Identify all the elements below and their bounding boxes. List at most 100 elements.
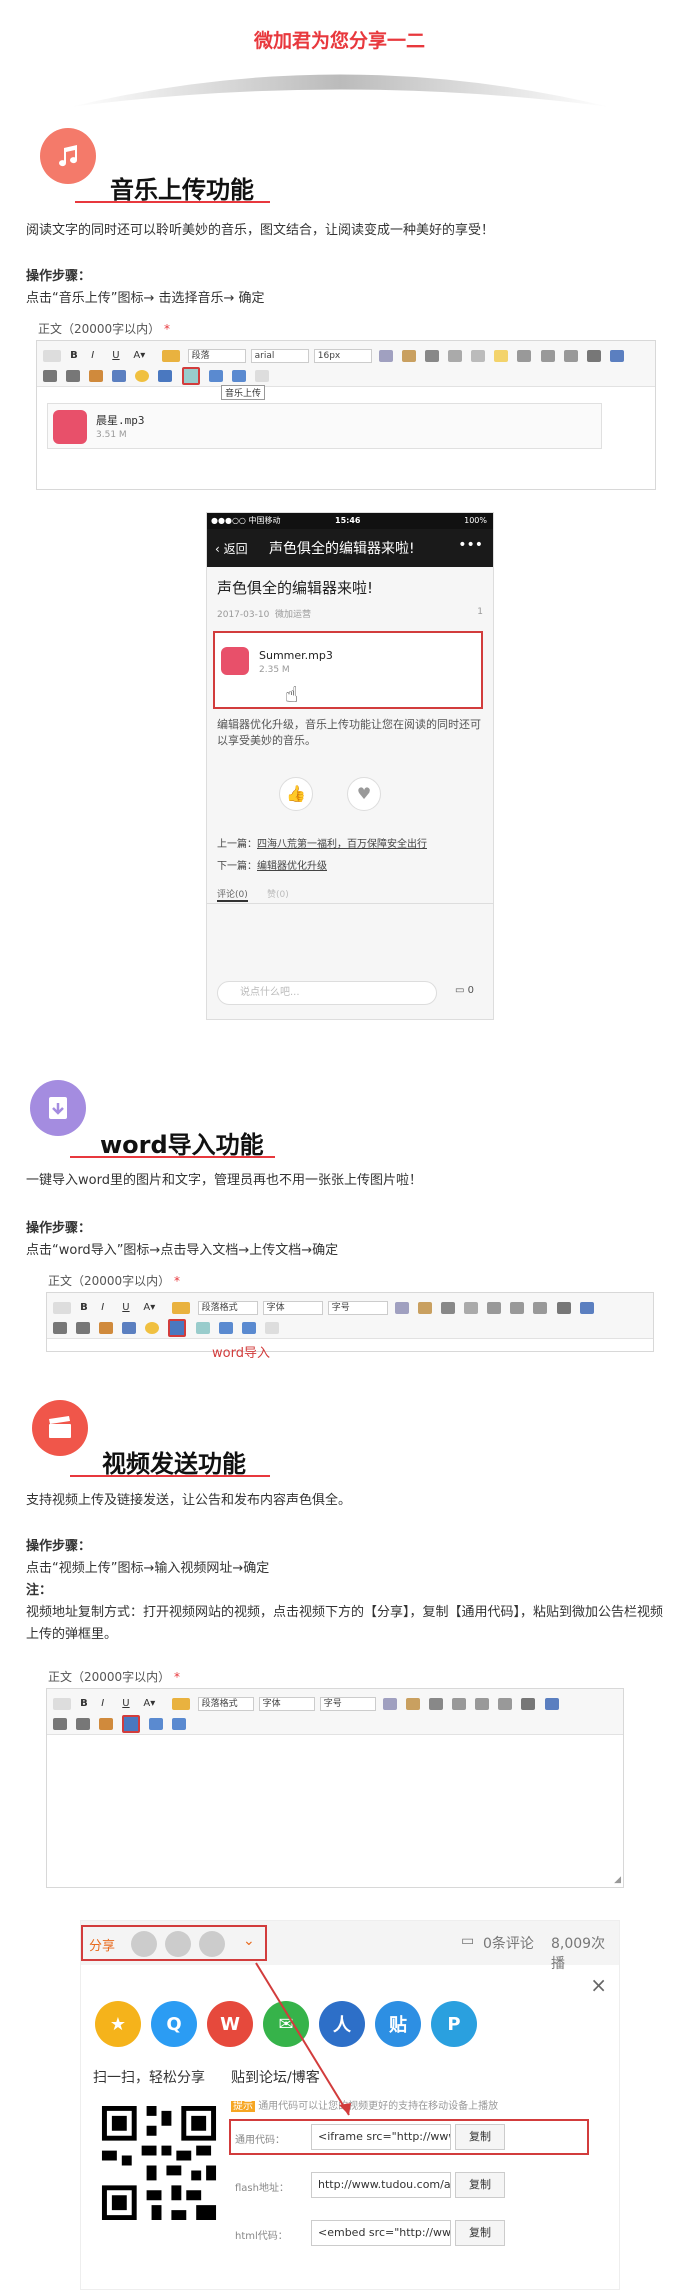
attachment-icon[interactable] <box>112 369 127 382</box>
fullscreen-icon[interactable] <box>609 349 624 362</box>
tab-likes[interactable]: 赞(0) <box>267 887 289 900</box>
clear-format-icon[interactable] <box>425 349 440 362</box>
italic-icon[interactable]: I <box>91 350 103 362</box>
format-painter-icon[interactable] <box>417 1301 432 1314</box>
font-family-select[interactable]: 字体 <box>258 1696 315 1711</box>
font-color-icon[interactable]: A▾ <box>133 350 153 362</box>
font-size-select[interactable]: 16px <box>313 348 372 363</box>
undo-icon[interactable] <box>149 1717 164 1730</box>
align-center-icon[interactable] <box>475 1697 490 1710</box>
fullscreen-icon[interactable] <box>544 1697 559 1710</box>
link-icon[interactable] <box>471 349 486 362</box>
font-color-icon[interactable]: A▾ <box>143 1302 163 1314</box>
ordered-list-icon[interactable] <box>521 1697 536 1710</box>
underline-icon[interactable]: U <box>112 350 124 362</box>
attachment-icon[interactable] <box>122 1321 137 1334</box>
resize-handle-icon[interactable]: ◢ <box>614 1875 621 1885</box>
image-upload-icon[interactable] <box>99 1717 114 1730</box>
redo-icon[interactable] <box>241 1321 256 1334</box>
unordered-list-icon[interactable] <box>43 369 57 382</box>
hr-icon[interactable] <box>464 1301 479 1314</box>
code-field[interactable]: <embed src="http://www.tudou <box>311 2220 451 2246</box>
align-center-icon[interactable] <box>517 349 532 362</box>
clear-format-icon[interactable] <box>429 1697 444 1710</box>
align-center-icon[interactable] <box>510 1301 525 1314</box>
font-size-select[interactable]: 字号 <box>319 1696 376 1711</box>
code-field[interactable]: http://www.tudou.com/a/GW_E <box>311 2172 451 2198</box>
image-upload-icon[interactable] <box>89 369 104 382</box>
font-family-select[interactable]: 字体 <box>262 1300 323 1315</box>
bold-icon[interactable]: B <box>70 350 82 362</box>
back-button[interactable]: ‹ 返回 <box>215 540 248 557</box>
eraser-icon[interactable] <box>378 349 393 362</box>
font-color-icon[interactable]: A▾ <box>143 1698 163 1710</box>
music-file-card[interactable]: 晨星.mp3 3.51 M <box>47 403 602 449</box>
align-right-icon[interactable] <box>498 1697 513 1710</box>
ordered-list-icon[interactable] <box>556 1301 571 1314</box>
unordered-list-icon[interactable] <box>53 1717 67 1730</box>
format-painter-icon[interactable] <box>405 1697 420 1710</box>
emoji-icon[interactable] <box>135 369 150 382</box>
line-height-icon[interactable] <box>66 369 81 382</box>
undo-icon[interactable] <box>208 369 223 382</box>
next-article[interactable]: 下一篇：编辑器优化升级 <box>217 857 327 872</box>
align-left-icon[interactable] <box>494 349 509 362</box>
highlight-icon[interactable] <box>172 1301 191 1314</box>
word-editor[interactable]: B I U A▾ 段落格式 字体 字号 <box>46 1292 654 1352</box>
emoji-icon[interactable] <box>145 1321 160 1334</box>
video-upload-icon[interactable] <box>122 1714 141 1733</box>
format-painter-icon[interactable] <box>401 349 416 362</box>
redo-icon[interactable] <box>172 1717 187 1730</box>
hr-icon[interactable] <box>448 349 463 362</box>
more-button[interactable]: ••• <box>458 537 483 553</box>
font-family-select[interactable]: arial <box>250 348 309 363</box>
undo-icon[interactable] <box>218 1321 233 1334</box>
fullscreen-icon[interactable] <box>579 1301 594 1314</box>
underline-icon[interactable]: U <box>122 1302 134 1314</box>
music-upload-icon[interactable] <box>181 366 200 385</box>
redo-icon[interactable] <box>231 369 246 382</box>
line-height-icon[interactable] <box>76 1321 91 1334</box>
bold-icon[interactable]: B <box>80 1698 92 1710</box>
audio-card-highlight[interactable]: Summer.mp3 2.35 M ☝ <box>213 631 483 709</box>
highlight-icon[interactable] <box>172 1697 191 1710</box>
underline-icon[interactable]: U <box>122 1698 134 1710</box>
image-upload-icon[interactable] <box>99 1321 114 1334</box>
justify-icon[interactable] <box>563 349 578 362</box>
italic-icon[interactable]: I <box>101 1302 113 1314</box>
tab-comments[interactable]: 评论(0) <box>217 887 248 902</box>
highlight-icon[interactable] <box>162 349 181 362</box>
comment-input[interactable]: 说点什么吧... <box>217 981 437 1005</box>
ordered-list-icon[interactable] <box>586 349 601 362</box>
align-left-icon[interactable] <box>487 1301 502 1314</box>
copy-button[interactable]: 复制 <box>455 2172 505 2198</box>
italic-icon[interactable]: I <box>101 1698 113 1710</box>
thumbs-up-icon[interactable]: 👍 <box>279 777 313 811</box>
line-height-icon[interactable] <box>76 1717 91 1730</box>
word-import-icon[interactable] <box>158 369 173 382</box>
new-doc-icon[interactable] <box>254 369 269 382</box>
align-right-icon[interactable] <box>533 1301 548 1314</box>
unordered-list-icon[interactable] <box>53 1321 67 1334</box>
clear-format-icon[interactable] <box>441 1301 456 1314</box>
bold-icon[interactable]: B <box>80 1302 92 1314</box>
html-source-icon[interactable] <box>53 1301 71 1314</box>
html-source-icon[interactable] <box>43 349 61 362</box>
eraser-icon[interactable] <box>382 1697 397 1710</box>
align-left-icon[interactable] <box>452 1697 467 1710</box>
music-upload-icon[interactable] <box>195 1321 210 1334</box>
video-editor[interactable]: B I U A▾ 段落格式 字体 字号 ◢ <box>46 1688 624 1888</box>
align-right-icon[interactable] <box>540 349 555 362</box>
heart-icon[interactable]: ♥ <box>347 777 381 811</box>
font-size-select[interactable]: 字号 <box>327 1300 388 1315</box>
copy-button[interactable]: 复制 <box>455 2220 505 2246</box>
word-import-icon[interactable] <box>168 1318 187 1337</box>
music-editor[interactable]: B I U A▾ 段落 arial 16px 音乐上传 晨星.mp3 3.51 … <box>36 340 656 490</box>
new-doc-icon[interactable] <box>264 1321 279 1334</box>
prev-article[interactable]: 上一篇：四海八荒第一福利，百万保障安全出行 <box>217 835 427 850</box>
html-source-icon[interactable] <box>53 1697 71 1710</box>
paragraph-select[interactable]: 段落 <box>187 348 246 363</box>
paragraph-select[interactable]: 段落格式 <box>197 1300 258 1315</box>
eraser-icon[interactable] <box>394 1301 409 1314</box>
paragraph-select[interactable]: 段落格式 <box>197 1696 254 1711</box>
